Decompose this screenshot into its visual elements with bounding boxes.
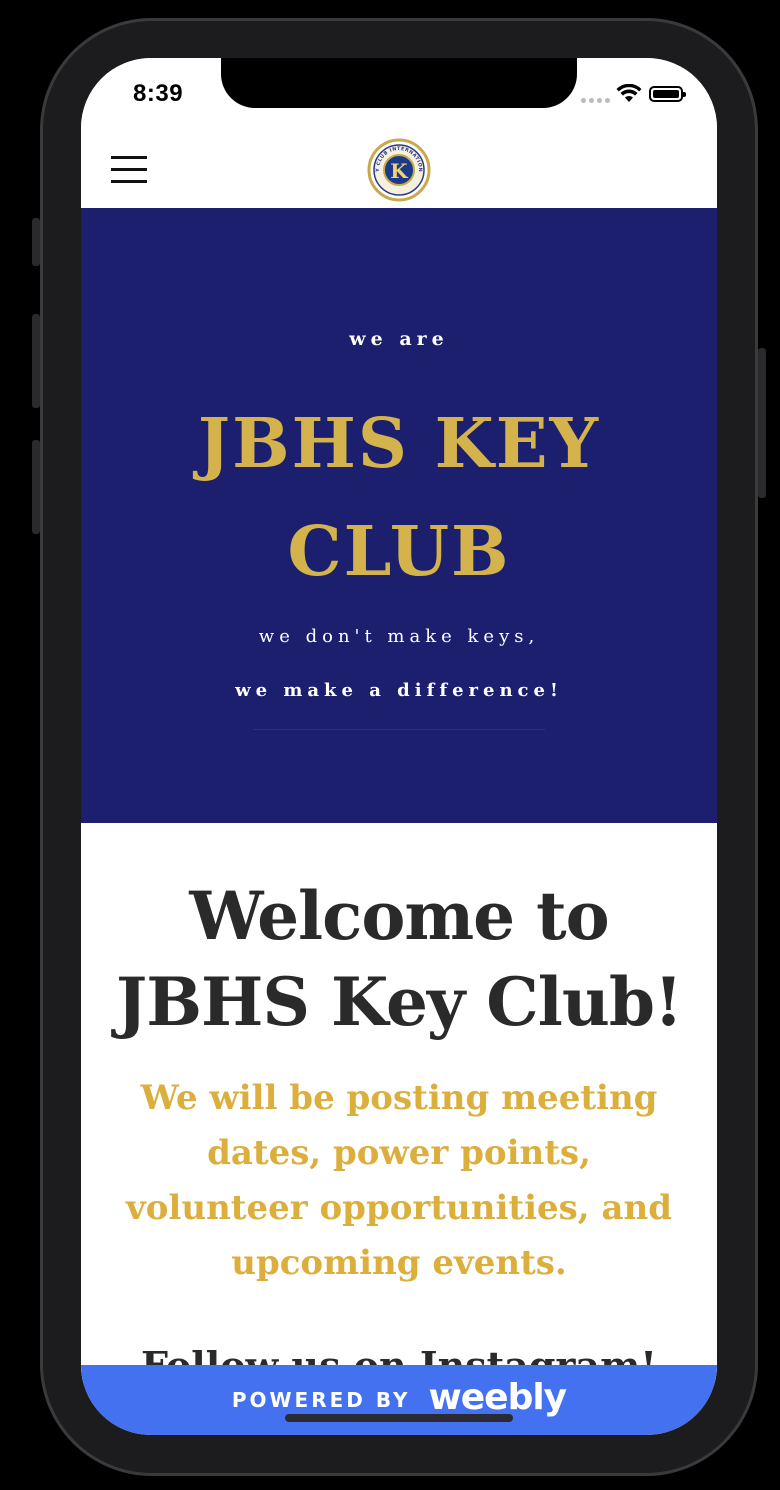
power-button: [758, 348, 766, 498]
hero-title-line2: CLUB: [287, 512, 511, 592]
hero-subtitle-line2: we make a difference!: [235, 680, 563, 701]
svg-text:K: K: [390, 159, 408, 183]
welcome-body: We will be posting meeting dates, power …: [101, 1071, 697, 1291]
hamburger-menu-icon[interactable]: [111, 154, 147, 186]
hero-subtitle-line1: we don't make keys,: [258, 626, 540, 647]
silent-switch: [32, 218, 40, 266]
body-line1: We will be posting meeting: [140, 1078, 658, 1118]
hero-kicker: we are: [349, 328, 449, 350]
hero-title: JBHS KEY CLUB: [81, 390, 717, 606]
status-bar: 8:39: [81, 58, 717, 138]
powered-by-weebly-banner[interactable]: POWERED BY weebly: [81, 1365, 717, 1435]
welcome-line1: Welcome to: [189, 877, 609, 955]
wifi-icon: [616, 84, 642, 102]
home-indicator[interactable]: [285, 1414, 513, 1422]
weebly-logo[interactable]: weebly: [428, 1377, 567, 1418]
volume-down-button: [32, 440, 40, 534]
welcome-heading: Welcome to JBHS Key Club!: [101, 873, 697, 1045]
powered-by-label: POWERED BY: [231, 1388, 411, 1412]
body-line4: upcoming events.: [231, 1243, 567, 1283]
site-header: K KEY CLUB INTERNATIONAL: [81, 138, 717, 208]
hero-divider: [253, 729, 545, 730]
body-line2: dates, power points,: [207, 1133, 591, 1173]
body-line3: volunteer opportunities, and: [126, 1188, 672, 1228]
key-club-logo[interactable]: K KEY CLUB INTERNATIONAL: [367, 138, 431, 202]
signal-icon: [581, 98, 610, 103]
notch: [221, 58, 577, 108]
phone-screen: 8:39 K KEY CLUB INTERNATIONAL we are J: [81, 58, 717, 1435]
battery-icon: [649, 86, 686, 102]
volume-up-button: [32, 314, 40, 408]
hero-title-line1: JBHS KEY: [197, 404, 601, 484]
main-content: Welcome to JBHS Key Club! We will be pos…: [81, 823, 717, 1388]
hero-banner: we are JBHS KEY CLUB we don't make keys,…: [81, 208, 717, 823]
status-time: 8:39: [133, 80, 184, 107]
welcome-line2: JBHS Key Club!: [116, 963, 683, 1041]
